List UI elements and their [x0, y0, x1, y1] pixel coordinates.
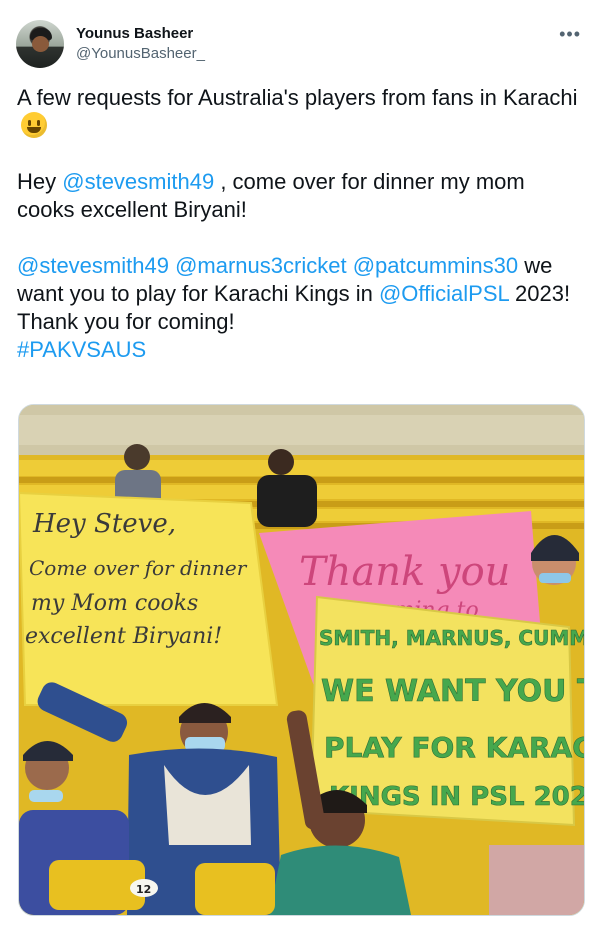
tweet-paragraph-2: Hey @stevesmith49 , come over for dinner…	[17, 168, 587, 224]
tweet-thanks: Thank you for coming!	[17, 309, 235, 334]
tweet-header: Younus Basheer @YounusBasheer_ •••	[16, 18, 587, 70]
sign1-line1: Hey Steve,	[32, 509, 176, 539]
seat-number: 12	[136, 883, 151, 896]
author-avatar[interactable]	[16, 20, 64, 68]
stadium-photo-illustration: Hey Steve, Come over for dinner my Mom c…	[19, 405, 584, 915]
tweet-line-1: A few requests for Australia's players f…	[17, 84, 587, 140]
sign2-line1: Thank you	[299, 549, 510, 595]
sign3-line3: PLAY FOR KARACHI	[324, 731, 584, 764]
author-names: Younus Basheer @YounusBasheer_	[76, 24, 205, 64]
avatar-face-detail	[32, 36, 49, 52]
author-display-name[interactable]: Younus Basheer	[76, 24, 205, 44]
tweet-paragraph-3: @stevesmith49 @marnus3cricket @patcummin…	[17, 252, 587, 308]
tweet-intro: A few requests for Australia's players f…	[17, 85, 578, 110]
mention-cummins[interactable]: @patcummins30	[353, 253, 518, 278]
more-options-icon[interactable]: •••	[559, 24, 581, 45]
tweet-hey: Hey	[17, 169, 63, 194]
mention-officialpsl[interactable]: @OfficialPSL	[379, 281, 509, 306]
hashtag-pakvsaus[interactable]: #PAKVSAUS	[17, 337, 146, 362]
sign1-line2: Come over for dinner	[29, 556, 248, 580]
tweet-year: 2023!	[508, 281, 571, 306]
tweet-text: A few requests for Australia's players f…	[17, 84, 587, 364]
smiley-emoji-icon	[21, 112, 47, 138]
sign3-line1: SMITH, MARNUS, CUMMINS	[319, 626, 584, 650]
author-handle[interactable]: @YounusBasheer_	[76, 44, 205, 64]
tweet-photo[interactable]: Hey Steve, Come over for dinner my Mom c…	[18, 404, 585, 916]
sign1-line4: excellent Biryani!	[25, 624, 222, 649]
sign1-line3: my Mom cooks	[31, 591, 198, 616]
mention-marnus[interactable]: @marnus3cricket	[175, 253, 347, 278]
mention-stevesmith-1[interactable]: @stevesmith49	[62, 169, 214, 194]
mention-stevesmith-2[interactable]: @stevesmith49	[17, 253, 169, 278]
sign3-line4: KINGS IN PSL 2023	[329, 782, 584, 812]
sign3-line2: WE WANT YOU TO	[321, 674, 584, 709]
